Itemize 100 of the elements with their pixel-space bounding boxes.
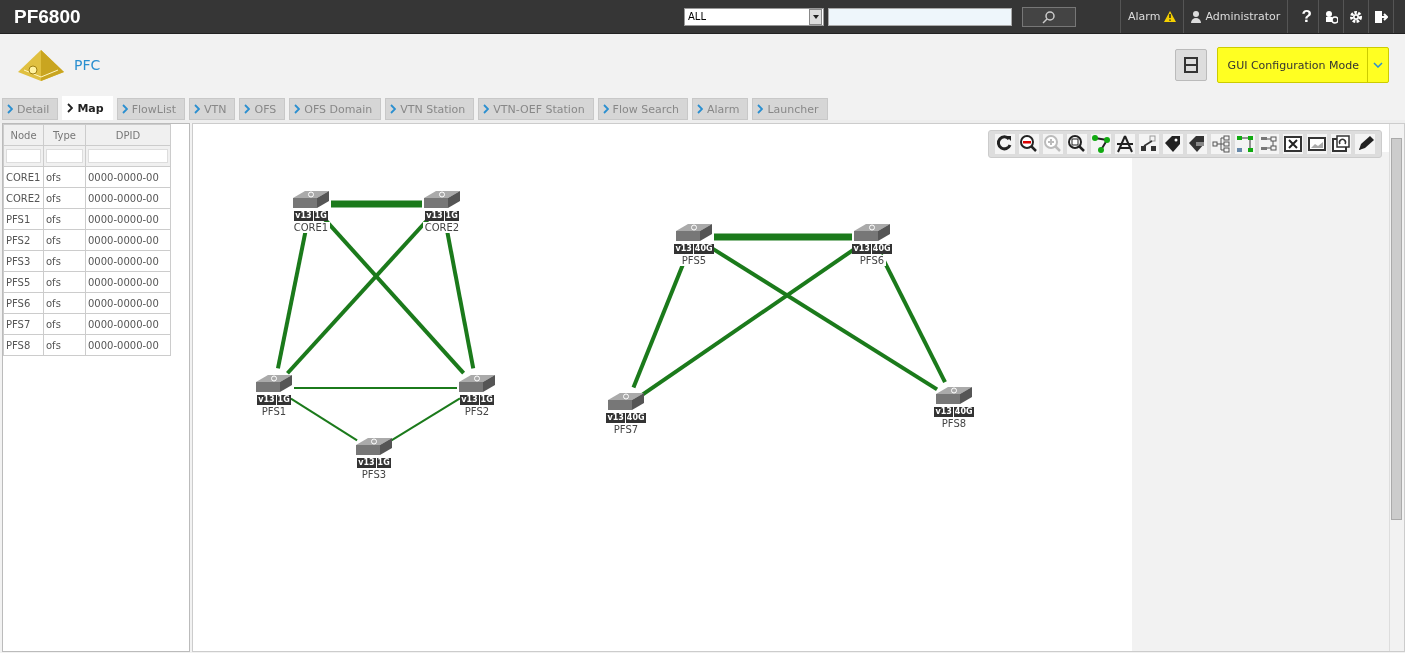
node-label: PFS2 <box>462 406 492 417</box>
node-label: PFS7 <box>611 424 641 435</box>
dropdown-arrow-icon <box>812 14 819 19</box>
switch-icon[interactable] <box>291 190 331 210</box>
tab[interactable]: Launcher <box>752 98 828 120</box>
tab[interactable]: Alarm <box>692 98 749 120</box>
table-cell: PFS5 <box>3 271 44 293</box>
table-cell: ofs <box>43 166 86 188</box>
mode-button[interactable]: GUI Configuration Mode <box>1216 47 1389 83</box>
help-button[interactable]: ? <box>1295 6 1318 27</box>
chevron-icon <box>121 104 128 114</box>
tab[interactable]: Map <box>62 96 113 120</box>
switch-icon[interactable] <box>852 223 892 243</box>
table-cell: ofs <box>43 208 86 230</box>
zoom-out-icon[interactable] <box>1019 134 1039 154</box>
tab[interactable]: OFS <box>239 98 286 120</box>
node-label: PFS5 <box>679 255 709 266</box>
tree-icon[interactable] <box>1211 134 1231 154</box>
version-badge: v13 <box>674 244 693 254</box>
tab[interactable]: VTN-OEF Station <box>478 98 594 120</box>
table-cell: ofs <box>43 271 86 293</box>
chevron-icon <box>294 104 301 114</box>
speed-badge: 40G <box>953 407 974 417</box>
version-badge: v13 <box>357 458 376 468</box>
table-cell: ofs <box>43 334 86 356</box>
tags-icon[interactable] <box>1187 134 1207 154</box>
tab[interactable]: VTN <box>189 98 236 120</box>
switch-icon[interactable] <box>254 374 294 394</box>
chevron-icon <box>602 104 609 114</box>
tab[interactable]: VTN Station <box>385 98 475 120</box>
table-cell: 0000-0000-00 <box>85 250 171 272</box>
switch-icon[interactable] <box>354 437 394 457</box>
search-button[interactable] <box>1022 6 1076 27</box>
version-badge: v13 <box>852 244 871 254</box>
users-icon[interactable] <box>1323 9 1338 24</box>
app-link[interactable]: PFC <box>74 57 1175 73</box>
table-cell: ofs <box>43 292 86 314</box>
tag-icon[interactable] <box>1163 134 1183 154</box>
alarm-link[interactable]: Alarm <box>1128 10 1177 23</box>
chevron-icon <box>483 104 490 114</box>
table-cell: CORE1 <box>3 166 44 188</box>
filter-field[interactable] <box>88 149 168 163</box>
speed-badge: 40G <box>871 244 892 254</box>
user-menu[interactable]: Administrator <box>1191 10 1281 23</box>
link-line <box>289 397 359 442</box>
switch-icon[interactable] <box>457 374 497 394</box>
scrollbar[interactable] <box>1389 124 1404 651</box>
close-icon[interactable] <box>1283 134 1303 154</box>
product-title: PF6800 <box>13 5 82 28</box>
table-cell: ofs <box>43 187 86 209</box>
refresh-icon[interactable] <box>995 134 1015 154</box>
layout-icon[interactable] <box>1115 134 1135 154</box>
tab[interactable]: Flow Search <box>597 98 688 120</box>
column-header[interactable]: Node <box>3 124 44 146</box>
switch-icon[interactable] <box>606 392 646 412</box>
table-cell: 0000-0000-00 <box>85 334 171 356</box>
speed-badge: 1G <box>313 211 328 221</box>
node-label: PFS6 <box>857 255 887 266</box>
column-header[interactable]: DPID <box>85 124 171 146</box>
version-badge: v13 <box>606 413 625 423</box>
warning-icon <box>1164 11 1177 22</box>
scope-select[interactable]: ALL <box>684 7 824 26</box>
version-badge: v13 <box>934 407 953 417</box>
table-cell: PFS8 <box>3 334 44 356</box>
arrange-icon[interactable] <box>1139 134 1159 154</box>
search-field[interactable] <box>828 7 1012 26</box>
filter-field[interactable] <box>46 149 83 163</box>
tab[interactable]: FlowList <box>116 98 185 120</box>
chevron-icon <box>390 104 397 114</box>
switch-icon[interactable] <box>934 386 974 406</box>
speed-badge: 1G <box>376 458 391 468</box>
image-icon[interactable] <box>1307 134 1327 154</box>
pencil-icon[interactable] <box>1355 134 1375 154</box>
node-label: PFS8 <box>939 418 969 429</box>
table-cell: PFS6 <box>3 292 44 314</box>
table-cell: 0000-0000-00 <box>85 229 171 251</box>
version-badge: v13 <box>425 211 444 221</box>
mapping-icon[interactable] <box>1259 134 1279 154</box>
settings-icon[interactable] <box>1348 9 1363 24</box>
speed-badge: 1G <box>276 395 291 405</box>
speed-badge: 40G <box>693 244 714 254</box>
table-cell: 0000-0000-00 <box>85 187 171 209</box>
table-cell: PFS1 <box>3 208 44 230</box>
switch-icon[interactable] <box>674 223 714 243</box>
save-button[interactable] <box>1174 49 1207 81</box>
tab[interactable]: OFS Domain <box>289 98 382 120</box>
column-header[interactable]: Type <box>43 124 86 146</box>
topology-icon[interactable] <box>1091 134 1111 154</box>
table-cell: ofs <box>43 313 86 335</box>
tab[interactable]: Detail <box>2 98 59 120</box>
logout-icon[interactable] <box>1373 9 1388 24</box>
user-icon <box>1191 10 1202 23</box>
link-map-icon[interactable] <box>1235 134 1255 154</box>
export-image-icon[interactable] <box>1331 134 1351 154</box>
chevron-icon <box>757 104 764 114</box>
switch-icon[interactable] <box>422 190 462 210</box>
table-cell: ofs <box>43 250 86 272</box>
zoom-fit-icon[interactable] <box>1067 134 1087 154</box>
filter-field[interactable] <box>6 149 41 163</box>
table-cell: 0000-0000-00 <box>85 166 171 188</box>
